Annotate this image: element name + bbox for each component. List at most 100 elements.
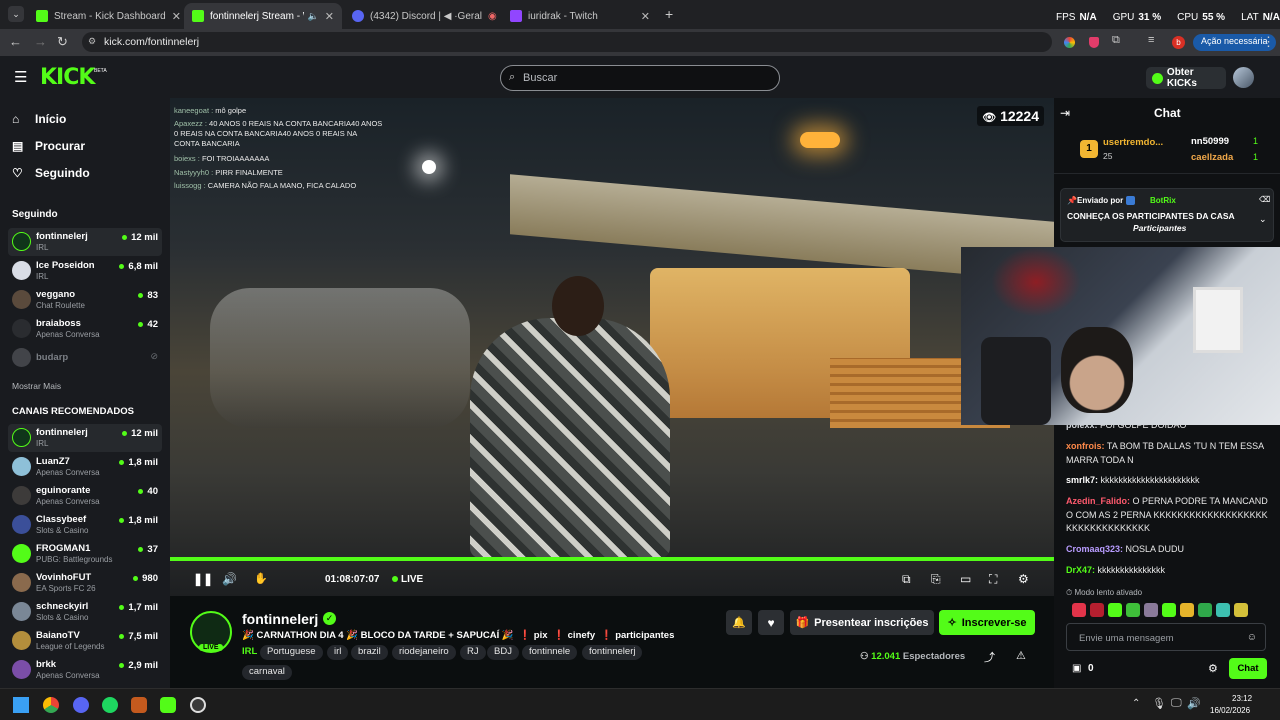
clock-date[interactable]: 16/02/2026 <box>1210 706 1250 715</box>
chat-username[interactable]: DrX47: <box>1066 565 1095 575</box>
chat-username[interactable]: xonfrois: <box>1066 441 1105 451</box>
clip-icon[interactable]: ⎘ <box>931 572 941 587</box>
shield-extension-icon[interactable] <box>1089 37 1099 48</box>
video-player[interactable]: kaneegoat : mô golpe Apaxezz : 40 ANOS 0… <box>170 98 1054 596</box>
tag-chip[interactable]: Portuguese <box>260 645 323 660</box>
chrome-icon[interactable] <box>43 697 59 713</box>
chat-username[interactable]: Azedin_Falido: <box>1066 496 1130 506</box>
emote-icon[interactable] <box>1162 603 1176 617</box>
tag-chip[interactable]: fontinnele <box>522 645 578 660</box>
volume-tray-icon[interactable]: 🔊 <box>1187 697 1201 710</box>
gift-subs-button[interactable]: 🎁 Presentear inscrições <box>790 610 934 635</box>
user-avatar[interactable] <box>1233 67 1254 88</box>
recommended-channel[interactable]: schneckyirl Slots & Casino 1,7 mil <box>8 598 162 626</box>
close-tab-icon[interactable]: ✕ <box>319 10 334 23</box>
network-icon[interactable]: 🖵 <box>1171 697 1182 710</box>
tag-chip[interactable]: brazil <box>351 645 388 660</box>
get-kicks-button[interactable]: Obter KICKs <box>1146 67 1226 89</box>
kick-app-icon[interactable] <box>160 697 176 713</box>
tag-chip[interactable]: carnaval <box>242 665 292 680</box>
chat-settings-icon[interactable]: ⚙ <box>1208 662 1218 675</box>
new-tab-button[interactable]: + <box>665 6 673 22</box>
nav-home[interactable]: ⌂ Início <box>12 112 66 126</box>
subscribe-button[interactable]: ✧ Inscrever-se <box>939 610 1035 635</box>
reading-list-icon[interactable]: ≡ <box>1148 34 1154 46</box>
following-channel[interactable]: Ice Poseidon IRL 6,8 mil <box>8 257 162 285</box>
profile-avatar[interactable]: b <box>1172 36 1185 49</box>
tag-chip[interactable]: irl <box>327 645 349 660</box>
unpin-icon[interactable]: ⌫ <box>1259 195 1270 204</box>
windows-start-icon[interactable] <box>13 697 29 713</box>
emote-icon[interactable] <box>1144 603 1158 617</box>
microphone-icon[interactable]: 🎙 <box>1152 697 1166 710</box>
show-more-link[interactable]: Mostrar Mais <box>12 381 61 391</box>
recommended-channel[interactable]: LuanZ7 Apenas Conversa 1,8 mil <box>8 453 162 481</box>
progress-bar[interactable] <box>170 557 1054 561</box>
following-channel-offline[interactable]: budarp ⊘ <box>8 344 162 372</box>
tab-kick-dashboard[interactable]: Stream - Kick Dashboard ✕ <box>28 3 180 29</box>
spotify-icon[interactable] <box>102 697 118 713</box>
tag-chip[interactable]: fontinnelerj <box>582 645 643 660</box>
emoji-picker-icon[interactable]: ☺ <box>1247 632 1257 643</box>
pinned-link[interactable]: Participantes <box>1133 223 1186 233</box>
emote-icon[interactable] <box>1108 603 1122 617</box>
tab-search-icon[interactable]: ⌄ <box>8 6 24 22</box>
share-icon[interactable]: ⤴ <box>984 649 995 665</box>
tag-chip[interactable]: RJ <box>460 645 486 660</box>
tab-discord[interactable]: (4342) Discord | ◀ ·Geral ◉ ✕ <box>344 3 500 29</box>
speaker-icon[interactable]: 🔈 <box>308 11 319 22</box>
settings-gear-icon[interactable]: ⚙ <box>1018 572 1029 586</box>
media-player-icon[interactable] <box>190 697 206 713</box>
discord-icon[interactable] <box>73 697 89 713</box>
emote-icon[interactable] <box>1198 603 1212 617</box>
kick-points-icon[interactable]: ▣ <box>1072 663 1081 674</box>
notification-bell-button[interactable]: 🔔 <box>726 610 752 635</box>
theater-mode-icon[interactable]: ▭ <box>960 572 971 586</box>
send-chat-button[interactable]: Chat <box>1229 658 1267 679</box>
url-field[interactable]: ⚙ kick.com/fontinnelerj <box>82 32 1052 52</box>
tag-chip[interactable]: BDJ <box>487 645 519 660</box>
follow-heart-button[interactable]: ♥ <box>758 610 784 635</box>
more-menu-icon[interactable]: ⋮ <box>1262 34 1275 50</box>
site-info-icon[interactable]: ⚙ <box>88 36 96 47</box>
volume-icon[interactable]: 🔊 <box>222 572 237 586</box>
emote-icon[interactable] <box>1216 603 1230 617</box>
tag-chip[interactable]: riodejaneiro <box>392 645 456 660</box>
recommended-channel[interactable]: VovinhoFUT EA Sports FC 26 980 <box>8 569 162 597</box>
puzzle-icon[interactable]: ⧉ <box>1112 34 1120 47</box>
recommended-channel[interactable]: BaianoTV League of Legends 7,5 mil <box>8 627 162 655</box>
report-icon[interactable]: ⚠ <box>1016 649 1026 662</box>
emote-icon[interactable] <box>1090 603 1104 617</box>
chat-username[interactable]: smrlk7: <box>1066 475 1098 485</box>
following-channel[interactable]: fontinnelerj IRL 12 mil <box>8 228 162 256</box>
following-channel[interactable]: braiaboss Apenas Conversa 42 <box>8 315 162 343</box>
chat-input[interactable]: Envie uma mensagem ☺ <box>1066 623 1266 651</box>
recommended-channel[interactable]: FROGMAN1 PUBG: Battlegrounds 37 <box>8 540 162 568</box>
tray-chevron-icon[interactable]: ⌃ <box>1132 698 1140 709</box>
recommended-channel[interactable]: brkk Apenas Conversa 2,9 mil <box>8 656 162 684</box>
collapse-chat-icon[interactable]: ⇥ <box>1060 106 1070 120</box>
recommended-channel[interactable]: Classybeef Slots & Casino 1,8 mil <box>8 511 162 539</box>
hamburger-menu-icon[interactable]: ☰ <box>14 68 27 86</box>
nav-browse[interactable]: ▤ Procurar <box>12 139 85 153</box>
clock-time[interactable]: 23:12 <box>1232 694 1252 703</box>
leaderboard-user[interactable]: caellzada <box>1191 152 1233 163</box>
search-input[interactable]: ⌕ Buscar <box>500 65 780 91</box>
tab-kick-watch[interactable]: fontinnelerj Stream - Watch 🔈 ✕ <box>184 3 342 29</box>
back-arrow-icon[interactable]: ← <box>9 34 22 49</box>
emote-icon[interactable] <box>1072 603 1086 617</box>
nav-following[interactable]: ♡ Seguindo <box>12 166 90 180</box>
expand-chevron-icon[interactable]: ⌄ <box>1259 214 1267 225</box>
fullscreen-icon[interactable]: ⛶ <box>989 572 997 587</box>
chat-username[interactable]: Cromaaq323: <box>1066 544 1123 554</box>
emote-icon[interactable] <box>1234 603 1248 617</box>
emote-icon[interactable] <box>1180 603 1194 617</box>
close-tab-icon[interactable]: ✕ <box>635 10 650 23</box>
close-tab-icon[interactable]: ✕ <box>166 10 180 23</box>
leaderboard-user[interactable]: nn50999 <box>1191 136 1229 147</box>
leaderboard-user[interactable]: usertremdo... <box>1103 137 1163 148</box>
recommended-channel[interactable]: fontinnelerj IRL 12 mil <box>8 424 162 452</box>
channel-name[interactable]: fontinnelerj <box>242 611 318 627</box>
app-icon[interactable] <box>131 697 147 713</box>
reload-icon[interactable]: ↻ <box>57 34 68 50</box>
